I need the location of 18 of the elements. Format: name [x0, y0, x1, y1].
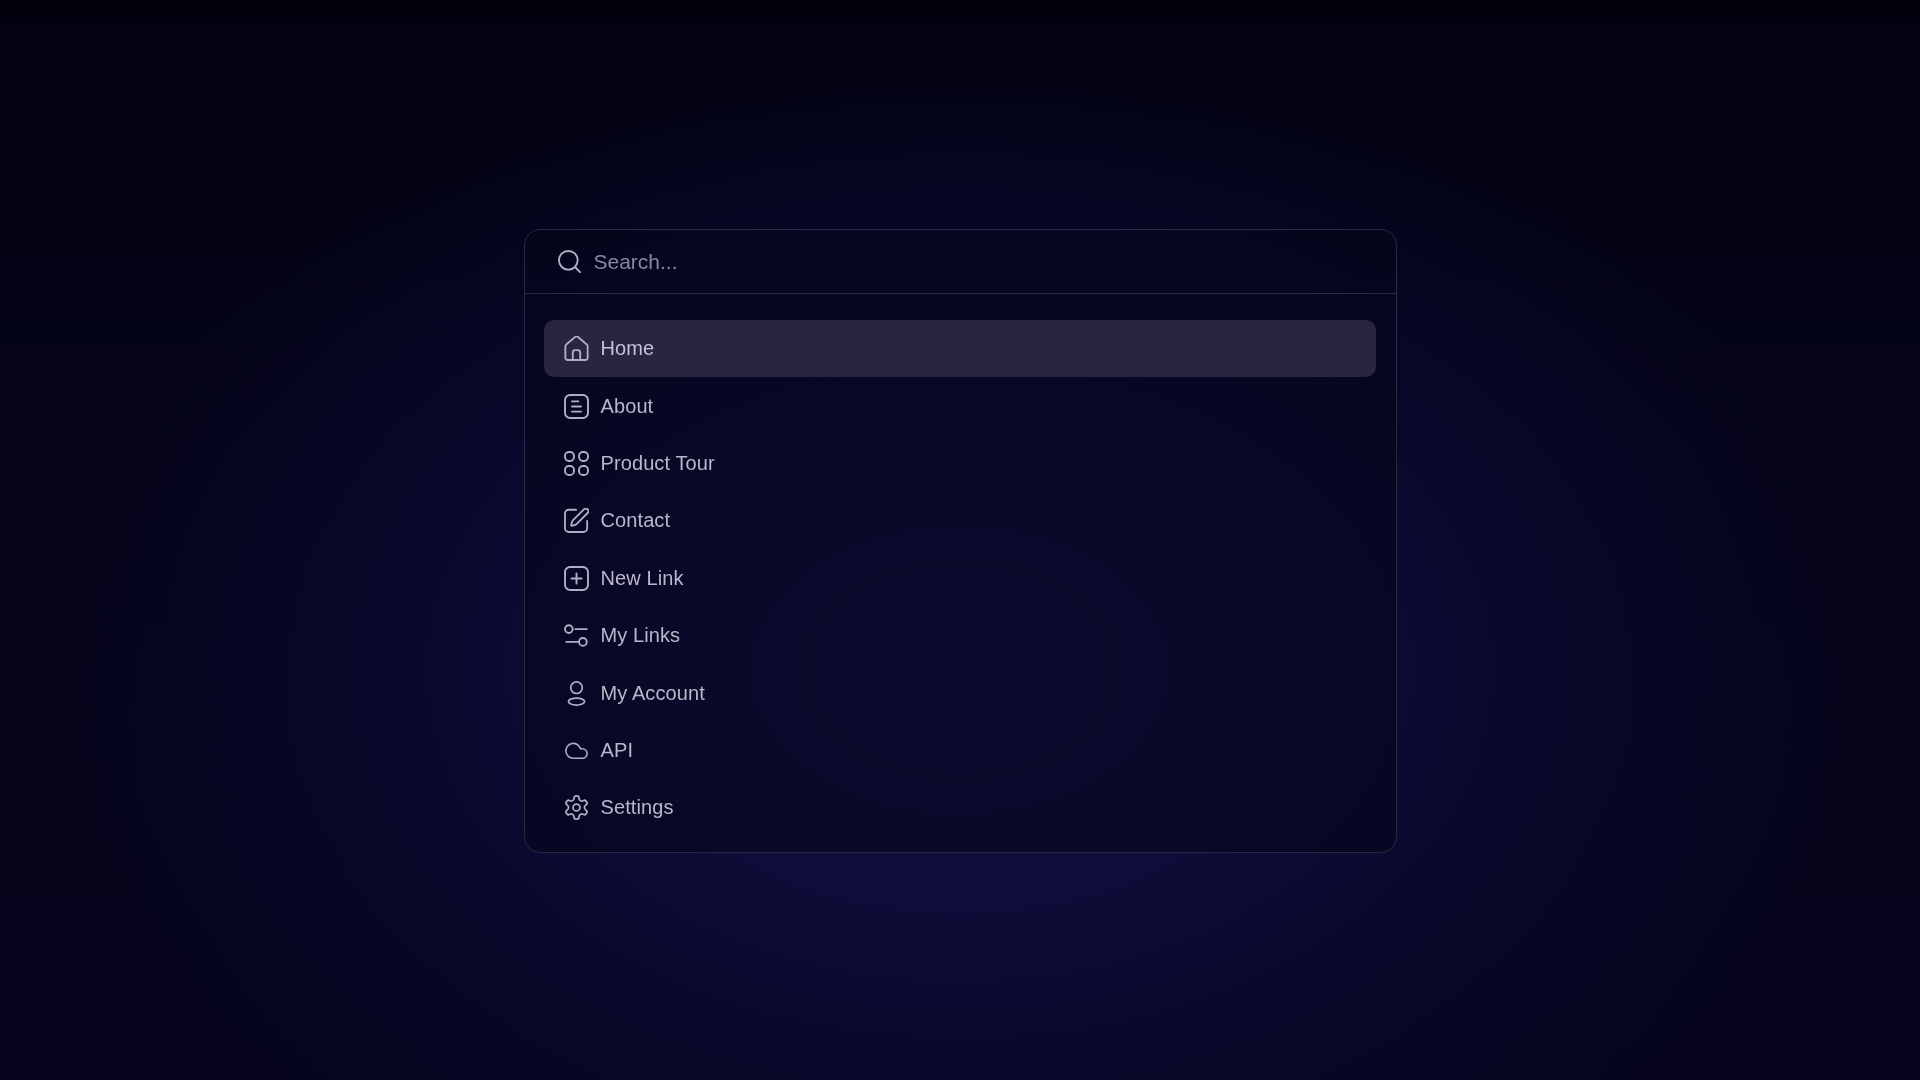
house-icon	[563, 336, 589, 362]
pencil-square-icon	[563, 508, 589, 534]
search-field[interactable]: Search...	[593, 246, 894, 277]
menu-item[interactable]: Settings	[543, 779, 1376, 837]
settings-icon	[563, 795, 589, 821]
menu-item[interactable]: New Link	[543, 549, 1376, 607]
menu-item[interactable]: Home	[543, 320, 1376, 378]
plus-square-icon	[563, 565, 589, 591]
menu-item[interactable]: My Links	[543, 606, 1376, 665]
document-icon	[563, 393, 589, 419]
menu-item[interactable]: Product Tour	[543, 434, 1376, 493]
sliders-icon	[563, 623, 589, 649]
search-icon	[557, 250, 581, 273]
menu-item[interactable]: My Account	[543, 664, 1376, 722]
grid-icon	[563, 450, 589, 476]
menu-item[interactable]: About	[543, 377, 1376, 435]
menu-item[interactable]: Contact	[543, 492, 1376, 550]
menu-item[interactable]: API	[543, 721, 1376, 780]
